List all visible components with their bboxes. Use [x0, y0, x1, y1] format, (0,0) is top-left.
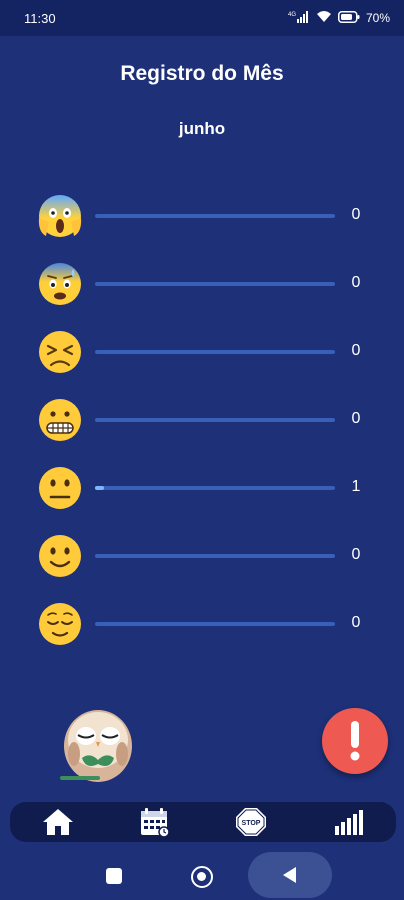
- status-icons: 4G 70%: [288, 10, 390, 27]
- relieved-face-icon: [39, 603, 81, 645]
- month-label: junho: [178, 119, 226, 138]
- screaming-face-icon: [38, 195, 82, 237]
- svg-text:STOP: STOP: [242, 820, 261, 827]
- owl-mascot-icon[interactable]: [56, 698, 140, 784]
- grimacing-face-icon: [39, 399, 81, 441]
- mood-row-slightly-smiling: 0: [0, 528, 404, 584]
- mood-progress-track: [95, 622, 335, 626]
- system-navigation-bar: [0, 848, 404, 900]
- mood-progress-track: [95, 214, 335, 218]
- calendar-icon: [140, 808, 170, 837]
- persevering-face-icon: [39, 331, 81, 373]
- mood-row-persevering: 0: [0, 324, 404, 380]
- mood-count: 0: [351, 206, 361, 223]
- mood-progress-track: [95, 282, 335, 286]
- back-arrow-icon: [283, 867, 296, 883]
- bottom-navigation: STOP: [10, 802, 396, 842]
- anxious-face-icon: [39, 263, 81, 305]
- wifi-icon: [316, 10, 332, 26]
- network-type-label: 4G: [288, 12, 296, 18]
- status-time: 11:30: [24, 10, 56, 26]
- mood-row-neutral: 1: [0, 460, 404, 516]
- battery-percent: 70%: [365, 11, 390, 25]
- mood-count: 0: [351, 342, 361, 359]
- mood-row-screaming: 0: [0, 188, 404, 244]
- mood-progress-fill: [95, 486, 104, 490]
- mood-count: 1: [351, 478, 361, 495]
- nav-calendar[interactable]: [135, 804, 175, 840]
- mood-progress-track: [95, 418, 335, 422]
- battery-icon: [337, 10, 360, 26]
- nav-home[interactable]: [38, 804, 78, 840]
- nav-statistics[interactable]: [328, 804, 368, 840]
- home-circle-icon[interactable]: [191, 866, 213, 888]
- mood-progress-track: [95, 486, 335, 490]
- mood-row-relieved: 0: [0, 596, 404, 652]
- stop-sign-icon: STOP: [236, 808, 267, 836]
- mood-count: 0: [351, 410, 361, 427]
- recents-icon[interactable]: [106, 868, 122, 884]
- status-bar: 11:30 4G 70%: [0, 0, 404, 36]
- bar-chart-icon: [334, 810, 363, 835]
- neutral-face-icon: [39, 467, 81, 509]
- mood-row-anxious: 0: [0, 256, 404, 312]
- mood-row-grimacing: 0: [0, 392, 404, 448]
- mood-count: 0: [351, 546, 361, 563]
- mood-progress-track: [95, 554, 335, 558]
- slightly-smiling-face-icon: [39, 535, 81, 577]
- exclamation-icon: [350, 721, 360, 761]
- nav-stop[interactable]: STOP: [231, 804, 271, 840]
- mood-count: 0: [351, 274, 361, 291]
- page-title: Registro do Mês: [120, 62, 284, 85]
- alert-button[interactable]: [322, 708, 388, 774]
- home-icon: [43, 809, 74, 835]
- back-button[interactable]: [248, 852, 332, 898]
- signal-icon: 4G: [288, 10, 310, 27]
- mood-progress-track: [95, 350, 335, 354]
- mood-count: 0: [351, 614, 361, 631]
